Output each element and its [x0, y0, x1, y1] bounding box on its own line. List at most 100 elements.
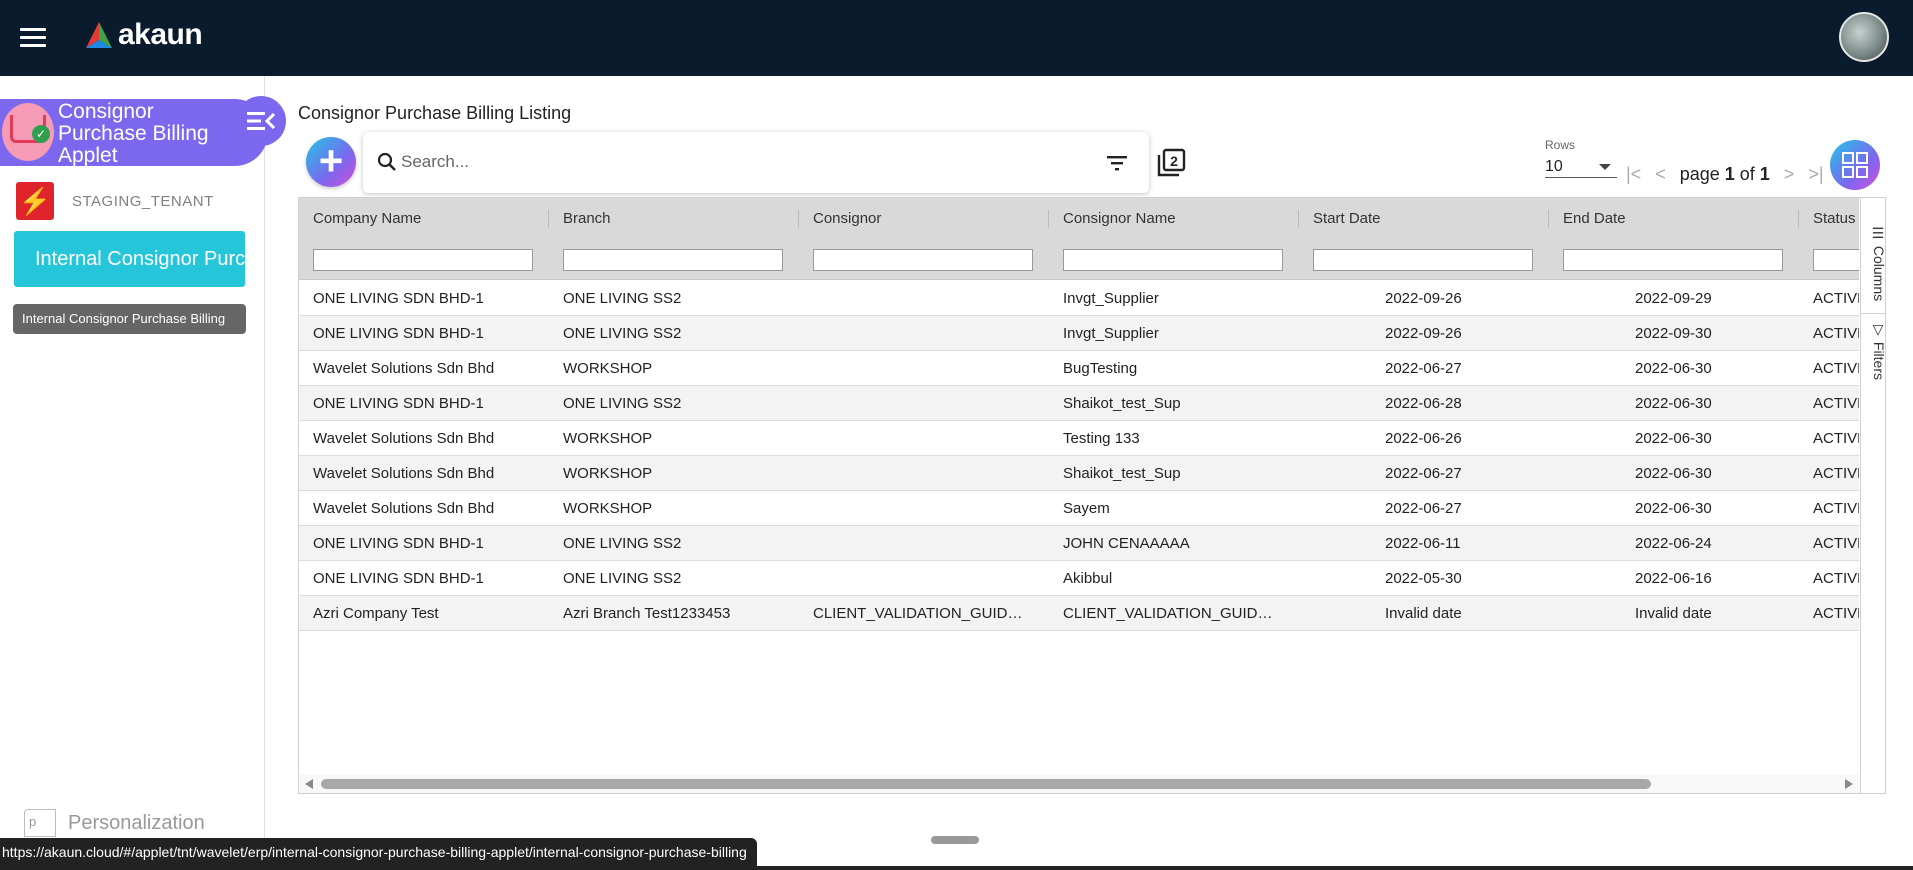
cell-end-date: 2022-09-29 — [1635, 290, 1712, 307]
tenant-logo-icon: ⚡ — [16, 182, 54, 220]
cell-end-date: 2022-06-24 — [1635, 535, 1712, 552]
grid-icon — [1842, 152, 1868, 178]
cell-end-date: 2022-06-30 — [1635, 395, 1712, 412]
cell-start-date: 2022-09-26 — [1385, 290, 1462, 307]
hamburger-menu-icon[interactable] — [20, 28, 46, 48]
tenant-selector[interactable]: ⚡ STAGING_TENANT — [16, 182, 214, 220]
next-page-icon[interactable]: > — [1784, 164, 1795, 185]
cell-company-name: ONE LIVING SDN BHD-1 — [313, 395, 484, 412]
table-row[interactable]: ONE LIVING SDN BHD-1 ONE LIVING SS2 Akibbu… — [299, 561, 1859, 596]
personalization-image-icon: p — [24, 809, 56, 837]
cell-start-date: 2022-06-27 — [1385, 360, 1462, 377]
cell-consignor — [813, 456, 1028, 491]
column-header-branch[interactable]: Branch — [549, 198, 799, 239]
filter-input-consignor-name[interactable] — [1063, 249, 1283, 271]
pagination: |< < page 1 of 1 > >| — [1626, 164, 1838, 185]
cell-consignor-name: Sayem — [1063, 500, 1110, 517]
search-icon — [377, 152, 396, 171]
cell-consignor-name: Shaikot_test_Sup — [1063, 465, 1181, 482]
menu-tooltip: Internal Consignor Purchase Billing — [13, 304, 246, 334]
table-row[interactable]: Wavelet Solutions Sdn Bhd WORKSHOP Testing… — [299, 421, 1859, 456]
filter-input-end-date[interactable] — [1563, 249, 1783, 271]
table-row[interactable]: Wavelet Solutions Sdn Bhd WORKSHOP Sayem 20… — [299, 491, 1859, 526]
cell-start-date: 2022-06-11 — [1385, 535, 1461, 552]
akaun-logo[interactable]: akaun — [82, 18, 203, 52]
grid-filter-row — [299, 239, 1859, 280]
page-word: page — [1679, 164, 1720, 184]
filters-tab[interactable]: ▽ Filters — [1861, 313, 1885, 380]
menu-collapse-icon — [247, 112, 275, 130]
grid-tool-panel: ☰ Columns ▽ Filters — [1860, 198, 1885, 793]
rows-value: 10 — [1545, 158, 1563, 175]
cell-end-date: 2022-06-30 — [1635, 430, 1712, 447]
column-header-consignor[interactable]: Consignor — [799, 198, 1049, 239]
top-bar: akaun — [0, 0, 1913, 76]
search-input[interactable] — [401, 148, 1081, 176]
cell-company-name: Azri Company Test — [313, 605, 439, 622]
add-button[interactable]: + — [306, 137, 356, 187]
table-row[interactable]: ONE LIVING SDN BHD-1 ONE LIVING SS2 Invgt_… — [299, 316, 1859, 351]
page-title: Consignor Purchase Billing Listing — [298, 103, 572, 123]
cell-company-name: Wavelet Solutions Sdn Bhd — [313, 500, 495, 517]
cell-status: ACTIVE — [1813, 570, 1859, 587]
rows-per-page-select[interactable]: 10 — [1545, 152, 1617, 178]
grid-view-button[interactable] — [1830, 140, 1880, 190]
filter-input-company-name[interactable] — [313, 249, 533, 271]
table-row[interactable]: ONE LIVING SDN BHD-1 ONE LIVING SS2 Invgt_… — [299, 281, 1859, 316]
cell-branch: ONE LIVING SS2 — [563, 290, 682, 307]
drag-handle[interactable] — [931, 836, 979, 844]
scroll-left-icon[interactable] — [305, 779, 313, 789]
cell-consignor-name: Shaikot_test_Sup — [1063, 395, 1181, 412]
filter-input-status[interactable] — [1813, 249, 1859, 271]
columns-tab[interactable]: ☰ Columns — [1861, 226, 1885, 301]
table-row[interactable]: Wavelet Solutions Sdn Bhd WORKSHOP BugTest… — [299, 351, 1859, 386]
main-content: Consignor Purchase Billing Listing + 2 R… — [296, 76, 1886, 870]
last-page-icon[interactable]: >| — [1808, 164, 1823, 185]
status-bar-url: https://akaun.cloud/#/applet/tnt/wavelet… — [0, 838, 757, 866]
cell-consignor-name: Invgt_Supplier — [1063, 290, 1159, 307]
scroll-right-icon[interactable] — [1845, 779, 1853, 789]
personalization-label: Personalization — [68, 811, 205, 834]
cell-branch: WORKSHOP — [563, 500, 653, 517]
cell-company-name: Wavelet Solutions Sdn Bhd — [313, 360, 495, 377]
rows-label: Rows — [1545, 138, 1576, 152]
filter-input-consignor[interactable] — [813, 249, 1033, 271]
cell-status: ACTIVE — [1813, 325, 1859, 342]
first-page-icon[interactable]: |< — [1626, 164, 1641, 185]
logo-text: akaun — [118, 18, 203, 51]
menu-item-internal-consignor-purchase-billing[interactable]: Internal Consignor Purchase Billing — [14, 231, 245, 287]
column-header-company-name[interactable]: Company Name — [299, 198, 549, 239]
filter-icon[interactable] — [1106, 154, 1128, 172]
cell-end-date: 2022-06-30 — [1635, 360, 1712, 377]
collapse-sidebar-button[interactable] — [236, 96, 286, 146]
cell-start-date: 2022-06-27 — [1385, 500, 1462, 517]
cell-status: ACTIVE — [1813, 290, 1859, 307]
column-header-consignor-name[interactable]: Consignor Name — [1049, 198, 1299, 239]
table-row[interactable]: Wavelet Solutions Sdn Bhd WORKSHOP Shaikot… — [299, 456, 1859, 491]
grid-viewport: Company Name Branch Consignor Consignor … — [299, 198, 1859, 793]
cell-branch: Azri Branch Test1233453 — [563, 605, 731, 622]
page-current: 1 — [1724, 164, 1735, 184]
cell-status: ACTIVE — [1813, 535, 1859, 552]
cell-consignor — [813, 421, 1028, 456]
filter-count-icon[interactable]: 2 — [1156, 148, 1186, 178]
cell-company-name: ONE LIVING SDN BHD-1 — [313, 325, 484, 342]
table-row[interactable]: ONE LIVING SDN BHD-1 ONE LIVING SS2 JOHN C… — [299, 526, 1859, 561]
cell-status: ACTIVE — [1813, 395, 1859, 412]
scrollbar-thumb[interactable] — [321, 779, 1651, 789]
applet-title: Consignor Purchase Billing Applet — [58, 100, 209, 167]
filter-input-start-date[interactable] — [1313, 249, 1533, 271]
column-header-start-date[interactable]: Start Date — [1299, 198, 1549, 239]
column-header-status[interactable]: Status — [1799, 198, 1859, 239]
previous-page-icon[interactable]: < — [1655, 164, 1666, 185]
column-header-end-date[interactable]: End Date — [1549, 198, 1799, 239]
filter-input-branch[interactable] — [563, 249, 783, 271]
table-row[interactable]: ONE LIVING SDN BHD-1 ONE LIVING SS2 Shaiko… — [299, 386, 1859, 421]
user-avatar[interactable] — [1839, 12, 1889, 62]
table-row[interactable]: Azri Company Test Azri Branch Test1233453… — [299, 596, 1859, 631]
page-total: 1 — [1759, 164, 1770, 184]
cell-consignor-name: JOHN CENAAAAA — [1063, 535, 1190, 552]
horizontal-scrollbar[interactable] — [299, 774, 1859, 793]
personalization-link[interactable]: p Personalization — [24, 809, 205, 837]
cell-branch: ONE LIVING SS2 — [563, 570, 682, 587]
